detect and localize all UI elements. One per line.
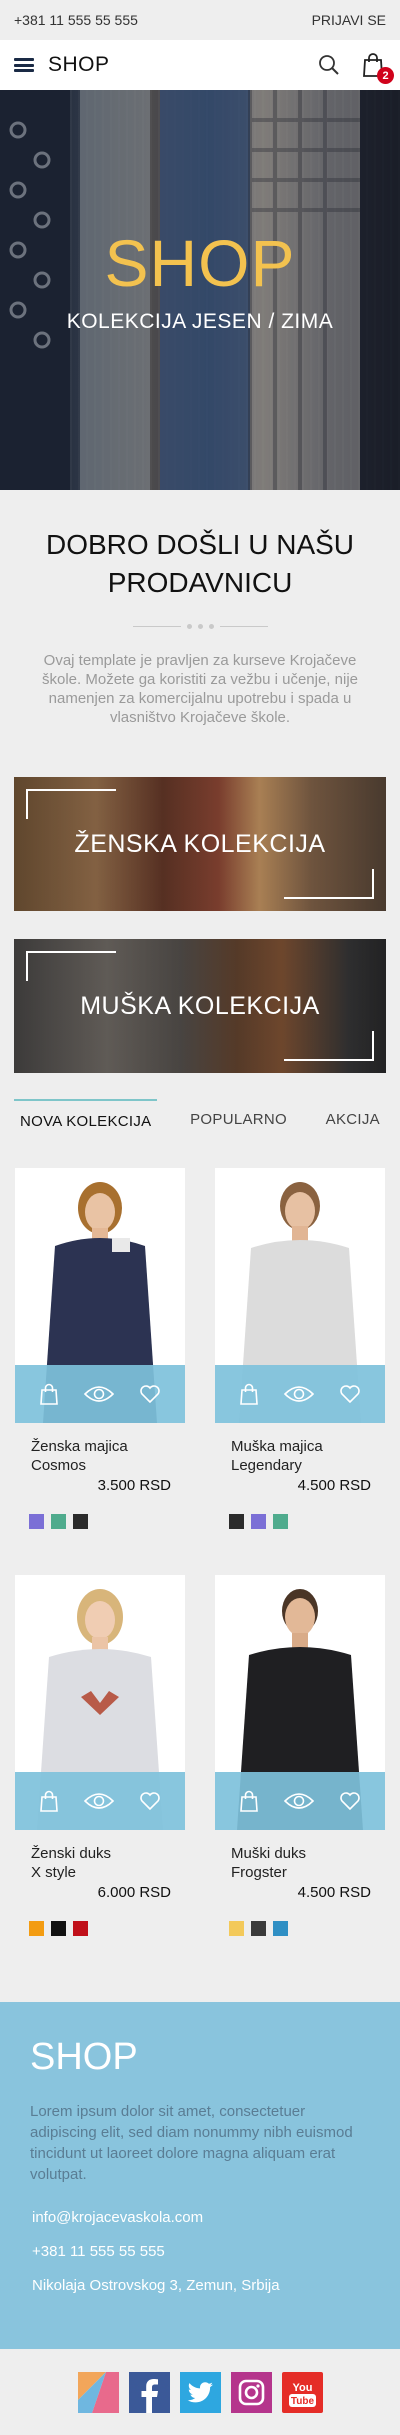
- ornament-divider: [24, 624, 376, 629]
- youtube-label-bottom: Tube: [290, 2396, 314, 2407]
- heart-icon[interactable]: [139, 1384, 161, 1404]
- cart-bag-icon[interactable]: [239, 1383, 259, 1405]
- cart-bag-icon[interactable]: [239, 1790, 259, 1812]
- footer-email[interactable]: info@krojacevaskola.com: [30, 2209, 370, 2226]
- cart-button[interactable]: 2: [362, 52, 394, 84]
- cart-count-badge: 2: [377, 67, 394, 84]
- product-actions: [15, 1772, 185, 1830]
- tab-popularno[interactable]: POPULARNO: [184, 1099, 293, 1138]
- men-collection-label: MUŠKA KOLEKCIJA: [80, 991, 320, 1020]
- footer-address: Nikolaja Ostrovskog 3, Zemun, Srbija: [32, 2277, 280, 2294]
- hero-banner: SHOP KOLEKCIJA JESEN / ZIMA: [0, 90, 400, 490]
- footer-contact: info@krojacevaskola.com +381 11 555 55 5…: [30, 2209, 370, 2294]
- product-image[interactable]: [215, 1575, 385, 1830]
- heart-icon[interactable]: [139, 1791, 161, 1811]
- women-collection-banner[interactable]: ŽENSKA KOLEKCIJA: [14, 777, 386, 911]
- color-swatch[interactable]: [73, 1514, 88, 1529]
- product-card[interactable]: Ženski duks X style 6.000 RSD: [15, 1575, 185, 1936]
- eye-icon[interactable]: [283, 1791, 314, 1811]
- color-swatch[interactable]: [51, 1514, 66, 1529]
- brand-logo[interactable]: SHOP: [48, 53, 110, 77]
- product-actions: [215, 1772, 385, 1830]
- welcome-text: Ovaj template je pravljen za kurseve Kro…: [42, 652, 358, 726]
- product-card[interactable]: Ženska majica Cosmos 3.500 RSD: [15, 1168, 185, 1529]
- login-link[interactable]: PRIJAVI SE: [312, 12, 386, 28]
- top-bar: +381 11 555 55 555 PRIJAVI SE: [0, 0, 400, 40]
- product-grid: Ženska majica Cosmos 3.500 RSD Muška maj…: [15, 1168, 385, 1936]
- product-name[interactable]: Ženski duks X style: [15, 1844, 185, 1882]
- facebook-icon[interactable]: [128, 2371, 170, 2413]
- color-swatch[interactable]: [51, 1921, 66, 1936]
- eye-icon[interactable]: [83, 1791, 114, 1811]
- product-card[interactable]: Muška majica Legendary 4.500 RSD: [215, 1168, 385, 1529]
- color-swatch[interactable]: [73, 1921, 88, 1936]
- eye-icon[interactable]: [83, 1384, 114, 1404]
- color-swatch[interactable]: [251, 1921, 266, 1936]
- product-price: 3.500 RSD: [97, 1477, 171, 1494]
- color-swatch[interactable]: [229, 1514, 244, 1529]
- product-tabs: NOVA KOLEKCIJA POPULARNO AKCIJA: [14, 1099, 386, 1138]
- product-name[interactable]: Muški duks Frogster: [215, 1844, 385, 1882]
- navbar: SHOP 2: [0, 40, 400, 90]
- men-collection-banner[interactable]: MUŠKA KOLEKCIJA: [14, 939, 386, 1073]
- search-icon[interactable]: [318, 54, 340, 76]
- color-options: [215, 1514, 385, 1529]
- product-image[interactable]: [15, 1168, 185, 1423]
- top-phone: +381 11 555 55 555: [14, 12, 138, 28]
- twitter-icon[interactable]: [179, 2371, 221, 2413]
- cart-bag-icon[interactable]: [39, 1790, 59, 1812]
- hero-subtitle: KOLEKCIJA JESEN / ZIMA: [66, 310, 334, 333]
- product-actions: [215, 1365, 385, 1423]
- footer: SHOP Lorem ipsum dolor sit amet, consect…: [0, 2002, 400, 2349]
- product-image[interactable]: [215, 1168, 385, 1423]
- footer-text: Lorem ipsum dolor sit amet, consectetuer…: [30, 2103, 353, 2183]
- kontakt-icon[interactable]: [77, 2371, 119, 2413]
- heart-icon[interactable]: [339, 1384, 361, 1404]
- menu-icon[interactable]: [14, 58, 34, 72]
- cart-bag-icon[interactable]: [39, 1383, 59, 1405]
- welcome-section: DOBRO DOŠLI U NAŠU PRODAVNICU Ovaj templ…: [0, 490, 400, 747]
- color-swatch[interactable]: [29, 1921, 44, 1936]
- product-name[interactable]: Ženska majica Cosmos: [15, 1437, 185, 1475]
- product-price: 6.000 RSD: [97, 1884, 171, 1901]
- welcome-title: DOBRO DOŠLI U NAŠU PRODAVNICU: [45, 529, 355, 598]
- tab-akcija[interactable]: AKCIJA: [320, 1099, 386, 1138]
- instagram-icon[interactable]: [230, 2371, 272, 2413]
- product-price: 4.500 RSD: [297, 1477, 371, 1494]
- heart-icon[interactable]: [339, 1791, 361, 1811]
- youtube-icon[interactable]: You Tube: [281, 2371, 323, 2413]
- youtube-label-top: You: [292, 2382, 312, 2394]
- product-image[interactable]: [15, 1575, 185, 1830]
- hero-title: SHOP: [104, 226, 296, 300]
- color-options: [15, 1921, 185, 1936]
- product-name[interactable]: Muška majica Legendary: [215, 1437, 385, 1475]
- footer-phone[interactable]: +381 11 555 55 555: [30, 2243, 370, 2260]
- product-card[interactable]: Muški duks Frogster 4.500 RSD: [215, 1575, 385, 1936]
- color-swatch[interactable]: [29, 1514, 44, 1529]
- product-actions: [15, 1365, 185, 1423]
- color-swatch[interactable]: [229, 1921, 244, 1936]
- footer-brand: SHOP: [30, 2036, 138, 2078]
- color-swatch[interactable]: [273, 1514, 288, 1529]
- color-swatch[interactable]: [273, 1921, 288, 1936]
- color-options: [215, 1921, 385, 1936]
- women-collection-label: ŽENSKA KOLEKCIJA: [74, 829, 326, 858]
- color-options: [15, 1514, 185, 1529]
- social-bar: You Tube: [0, 2349, 400, 2435]
- eye-icon[interactable]: [283, 1384, 314, 1404]
- tab-nova-kolekcija[interactable]: NOVA KOLEKCIJA: [14, 1099, 158, 1138]
- product-price: 4.500 RSD: [297, 1884, 371, 1901]
- color-swatch[interactable]: [251, 1514, 266, 1529]
